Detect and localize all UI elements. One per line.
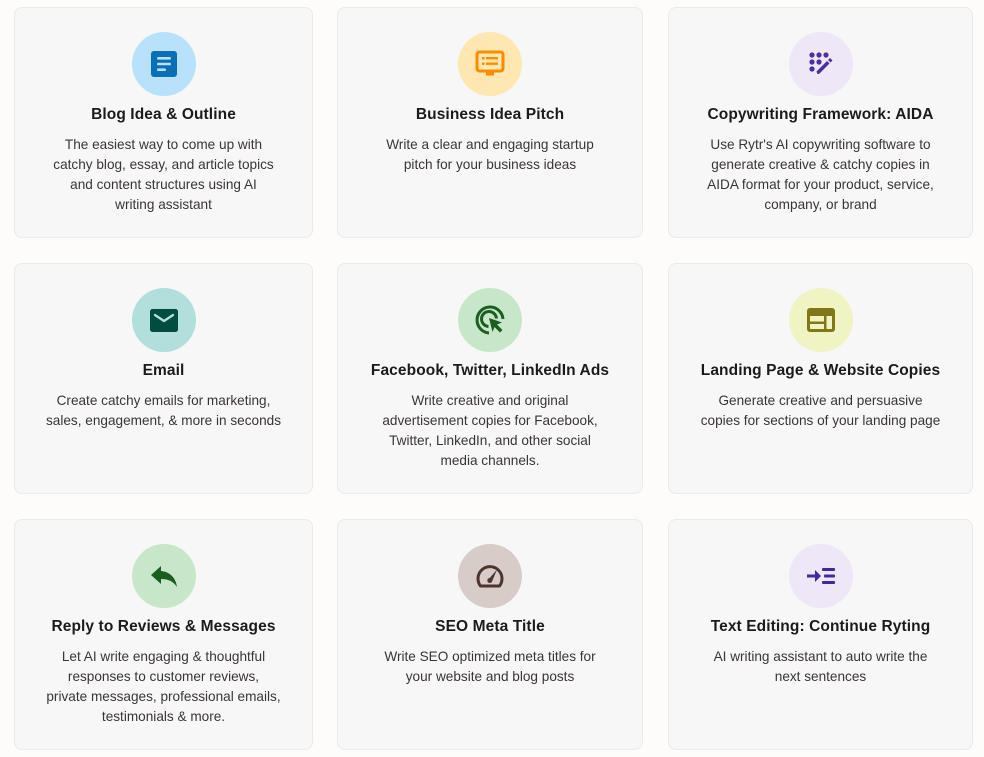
card-seo-meta-title[interactable]: SEO Meta Title Write SEO optimized meta …	[337, 519, 643, 750]
card-description: Write SEO optimized meta titles for your…	[384, 649, 596, 684]
icon-badge	[131, 288, 196, 352]
icon-badge	[788, 544, 853, 608]
card-title: Reply to Reviews & Messages	[51, 618, 276, 635]
card-reply-reviews-messages[interactable]: Reply to Reviews & Messages Let AI write…	[14, 519, 313, 750]
speedometer-icon	[476, 565, 504, 588]
icon-badge	[458, 544, 522, 608]
card-title: Email	[142, 362, 185, 379]
document-lines-icon	[150, 51, 177, 77]
card-description: The easiest way to come up with catchy b…	[53, 137, 274, 212]
card-title: Copywriting Framework: AIDA	[707, 106, 934, 123]
card-copywriting-framework-aida[interactable]: Copywriting Framework: AIDA Use Rytr's A…	[668, 7, 973, 238]
card-title: Facebook, Twitter, LinkedIn Ads	[370, 362, 610, 379]
icon-badge	[458, 288, 522, 352]
arrow-indent-icon	[806, 568, 835, 584]
card-title: Blog Idea & Outline	[91, 106, 236, 123]
icon-badge	[131, 544, 196, 608]
card-description: Create catchy emails for marketing, sale…	[45, 393, 281, 428]
icon-badge	[131, 32, 196, 96]
card-title: Landing Page & Website Copies	[700, 362, 941, 379]
card-title: Business Idea Pitch	[415, 106, 565, 123]
card-description: Let AI write engaging & thoughtful respo…	[46, 649, 281, 724]
card-title: SEO Meta Title	[435, 618, 545, 635]
card-business-idea-pitch[interactable]: Business Idea Pitch Write a clear and en…	[337, 7, 643, 238]
card-landing-page-website-copies[interactable]: Landing Page & Website Copies Generate c…	[668, 263, 973, 494]
card-social-ads[interactable]: Facebook, Twitter, LinkedIn Ads Write cr…	[337, 263, 643, 494]
dots-pencil-icon	[808, 52, 832, 74]
reply-arrow-icon	[150, 566, 177, 587]
card-email[interactable]: Email Create catchy emails for marketing…	[14, 263, 313, 494]
target-cursor-icon	[475, 305, 505, 335]
card-blog-idea-outline[interactable]: Blog Idea & Outline The easiest way to c…	[14, 7, 313, 238]
card-description: Write a clear and engaging startup pitch…	[386, 137, 594, 172]
envelope-icon	[149, 309, 178, 332]
presentation-screen-icon	[475, 50, 505, 76]
card-description: Write creative and original advertisemen…	[382, 393, 598, 468]
web-layout-icon	[806, 308, 835, 332]
card-description: Generate creative and persuasive copies …	[700, 393, 941, 428]
card-title: Text Editing: Continue Ryting	[710, 618, 931, 635]
card-description: Use Rytr's AI copywriting software to ge…	[707, 137, 934, 212]
icon-badge	[788, 32, 853, 96]
icon-badge	[458, 32, 522, 96]
icon-badge	[788, 288, 853, 352]
card-text-editing-continue-ryting[interactable]: Text Editing: Continue Ryting AI writing…	[668, 519, 973, 750]
card-description: AI writing assistant to auto write the n…	[713, 649, 928, 684]
